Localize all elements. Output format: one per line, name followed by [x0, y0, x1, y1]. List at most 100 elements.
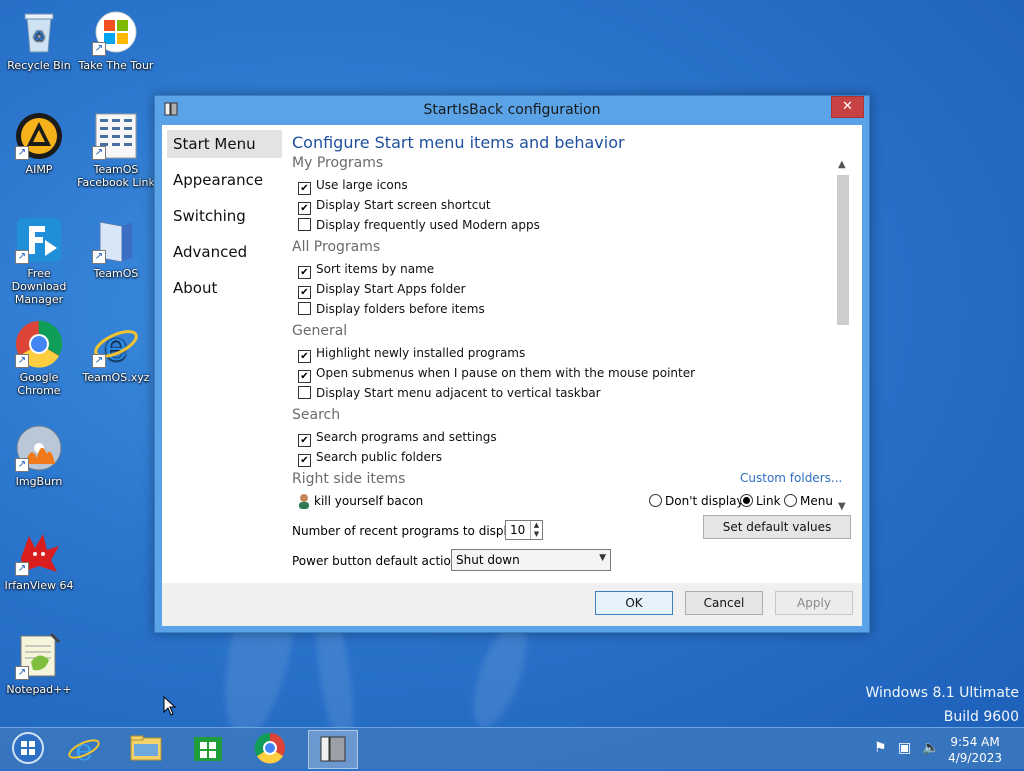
window-titlebar[interactable]: StartIsBack configuration ✕ [155, 96, 869, 124]
scroll-down-icon[interactable]: ▼ [838, 501, 846, 512]
radio-menu[interactable]: Menu [784, 494, 833, 508]
desktop-icon-teamos[interactable]: ↗ TeamOS [77, 216, 155, 280]
network-icon[interactable]: ▣ [898, 740, 911, 756]
windows-build-watermark: Build 9600 [943, 709, 1019, 725]
checkbox-checked[interactable]: ✔ [298, 286, 311, 299]
option-modern-apps[interactable]: Display frequently used Modern apps [292, 215, 852, 235]
right-item-name: kill yourself bacon [314, 494, 424, 508]
options-scrollbar[interactable]: ▲ ▼ [835, 157, 851, 514]
option-start-apps-folder[interactable]: ✔ Display Start Apps folder [292, 279, 852, 299]
internet-explorer-icon: e [68, 733, 100, 768]
document-grid-icon: ↗ [92, 112, 140, 160]
nav-about[interactable]: About [167, 274, 282, 302]
disc-burn-icon: ↗ [15, 424, 63, 472]
taskbar-startisback[interactable] [308, 730, 358, 769]
radio-dont-display[interactable]: Don't display [649, 494, 744, 508]
section-right-side-items: Right side items [292, 471, 406, 487]
nav-appearance[interactable]: Appearance [167, 166, 282, 194]
window-client-area: Start Menu Appearance Switching Advanced… [162, 125, 862, 626]
nav-switching[interactable]: Switching [167, 202, 282, 230]
shortcut-arrow-icon: ↗ [92, 354, 106, 368]
taskbar: e ⚑ ▣ 🔈 9:54 AM 4/9/2023 [0, 727, 1024, 769]
apply-button[interactable]: Apply [775, 591, 853, 615]
desktop-icon-google-chrome[interactable]: ↗ Google Chrome [0, 320, 78, 397]
nav-start-menu[interactable]: Start Menu [167, 130, 282, 158]
option-label: Search public folders [316, 450, 443, 464]
set-default-values-button[interactable]: Set default values [703, 515, 851, 539]
download-manager-icon: ↗ [15, 216, 63, 264]
cancel-button[interactable]: Cancel [685, 591, 763, 615]
checkbox-unchecked[interactable] [298, 386, 311, 399]
svg-text:♻: ♻ [33, 29, 46, 45]
desktop-icon-irfanview[interactable]: ↗ IrfanView 64 [0, 528, 78, 592]
chevron-down-icon[interactable]: ▼ [599, 553, 606, 563]
checkbox-checked[interactable]: ✔ [298, 454, 311, 467]
option-folders-before-items[interactable]: Display folders before items [292, 299, 852, 319]
desktop-icon-label: IrfanView 64 [4, 579, 74, 592]
checkbox-unchecked[interactable] [298, 218, 311, 231]
right-side-item-row: kill yourself bacon Don't display Link M… [292, 491, 852, 513]
desktop-icon-label: TeamOS Facebook Link [77, 163, 155, 189]
radio-button-selected[interactable] [740, 494, 753, 507]
scroll-up-icon[interactable]: ▲ [838, 159, 846, 170]
desktop-icon-label: Take The Tour [78, 59, 154, 72]
option-search-public-folders[interactable]: ✔ Search public folders [292, 447, 852, 467]
custom-folders-link[interactable]: Custom folders... [740, 471, 842, 485]
nav-advanced[interactable]: Advanced [167, 238, 282, 266]
section-general: General [292, 323, 348, 339]
desktop-icon-label: Recycle Bin [7, 59, 71, 72]
desktop-icon-teamos-xyz[interactable]: e ↗ TeamOS.xyz [77, 320, 155, 384]
desktop-icon-recycle-bin[interactable]: ♻ Recycle Bin [0, 8, 78, 72]
recent-programs-value[interactable]: 10 [510, 523, 525, 537]
checkbox-checked[interactable]: ✔ [298, 370, 311, 383]
desktop-icon-imgburn[interactable]: ↗ ImgBurn [0, 424, 78, 488]
radio-label: Menu [800, 494, 833, 508]
radio-button[interactable] [784, 494, 797, 507]
checkbox-unchecked[interactable] [298, 302, 311, 315]
taskbar-file-explorer[interactable] [122, 730, 170, 767]
desktop-icon-free-download-manager[interactable]: ↗ Free Download Manager [0, 216, 78, 306]
option-highlight-new[interactable]: ✔ Highlight newly installed programs [292, 343, 852, 363]
radio-link[interactable]: Link [740, 494, 781, 508]
option-sort-by-name[interactable]: ✔ Sort items by name [292, 259, 852, 279]
option-use-large-icons[interactable]: ✔ Use large icons [292, 175, 852, 195]
option-search-programs[interactable]: ✔ Search programs and settings [292, 427, 852, 447]
checkbox-checked[interactable]: ✔ [298, 434, 311, 447]
checkbox-checked[interactable]: ✔ [298, 266, 311, 279]
section-search: Search [292, 407, 341, 423]
ok-button[interactable]: OK [595, 591, 673, 615]
checkbox-checked[interactable]: ✔ [298, 202, 311, 215]
desktop-icon-aimp[interactable]: ↗ AIMP [0, 112, 78, 176]
stepper-arrows-icon[interactable]: ▲ ▼ [530, 521, 542, 539]
option-start-screen-shortcut[interactable]: ✔ Display Start screen shortcut [292, 195, 852, 215]
close-button[interactable]: ✕ [831, 96, 864, 118]
chrome-icon [254, 732, 285, 764]
radio-label: Link [756, 494, 781, 508]
desktop-icon-label: AIMP [25, 163, 53, 176]
option-open-submenus[interactable]: ✔ Open submenus when I pause on them with… [292, 363, 852, 383]
taskbar-clock[interactable]: 9:54 AM 4/9/2023 [948, 734, 1002, 766]
taskbar-internet-explorer[interactable]: e [60, 730, 108, 768]
power-action-select[interactable]: Shut down ▼ [451, 549, 611, 571]
desktop-icon-take-the-tour[interactable]: ↗ Take The Tour [77, 8, 155, 72]
taskbar-google-chrome[interactable] [246, 730, 294, 767]
startisback-config-window[interactable]: StartIsBack configuration ✕ Start Menu A… [154, 95, 870, 633]
recent-programs-stepper[interactable]: 10 ▲ ▼ [505, 520, 543, 540]
checkbox-checked[interactable]: ✔ [298, 182, 311, 195]
volume-muted-icon[interactable]: 🔈 [922, 740, 939, 756]
desktop-icon-label: TeamOS [93, 267, 139, 280]
taskbar-store[interactable] [184, 730, 232, 767]
scrollbar-thumb[interactable] [837, 175, 849, 325]
start-button[interactable] [4, 730, 52, 767]
desktop-icon-notepad-plus-plus[interactable]: ↗ Notepad++ [0, 632, 78, 696]
checkbox-checked[interactable]: ✔ [298, 350, 311, 363]
option-label: Sort items by name [316, 262, 435, 276]
user-avatar-icon [299, 494, 309, 509]
option-adjacent-taskbar[interactable]: Display Start menu adjacent to vertical … [292, 383, 852, 403]
radio-button[interactable] [649, 494, 662, 507]
action-center-flag-icon[interactable]: ⚑ [874, 740, 887, 756]
desktop-icon-teamos-facebook[interactable]: ↗ TeamOS Facebook Link [77, 112, 155, 189]
svg-text:e: e [75, 733, 93, 767]
desktop-icon-label: ImgBurn [15, 475, 63, 488]
shortcut-arrow-icon: ↗ [15, 458, 29, 472]
